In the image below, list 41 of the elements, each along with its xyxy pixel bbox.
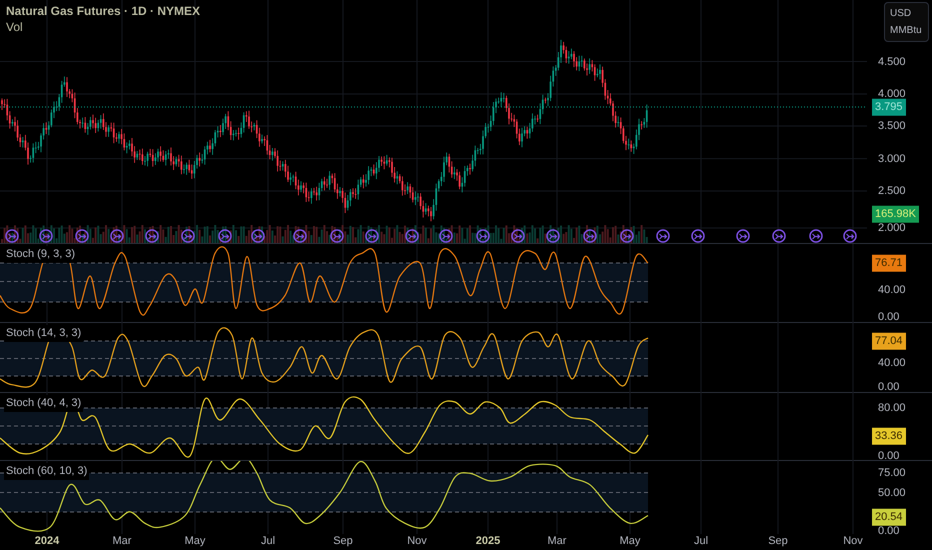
indicator-value-badge: 20.54 — [872, 508, 906, 526]
indicator-title: Stoch (60, 10, 3) — [4, 463, 90, 480]
indicator-axis-label: 40.00 — [878, 282, 906, 298]
indicator-axis-label: 0.00 — [878, 380, 900, 395]
indicator-axis-label: 75.00 — [878, 466, 906, 481]
price-axis-label: 3.000 — [878, 151, 906, 166]
indicator-axis-label: 80.00 — [878, 400, 906, 416]
time-axis-label: Sep — [333, 534, 353, 549]
currency-unit: USD — [890, 7, 912, 21]
time-axis-label: Mar — [112, 534, 132, 549]
indicator-value-badge: 77.04 — [872, 332, 906, 350]
indicator-axis-label: 40.00 — [878, 356, 906, 371]
price-axis-label: 2.000 — [878, 220, 906, 236]
time-axis-label: 2024 — [34, 534, 60, 549]
indicator-title: Stoch (14, 3, 3) — [4, 325, 84, 342]
indicator-axis-label: 0.00 — [878, 310, 900, 325]
volume-badge: 165.98K — [872, 206, 919, 222]
time-axis-label: Jul — [694, 534, 708, 549]
indicator-axis-label: 50.00 — [878, 485, 906, 500]
price-axis-label: 3.500 — [878, 118, 906, 134]
indicator-value-badge: 33.36 — [872, 428, 906, 444]
time-axis-label: Nov — [407, 534, 427, 549]
time-axis-label: 2025 — [476, 534, 500, 549]
currency-unit-box[interactable]: USD MMBtu — [884, 2, 929, 42]
time-axis-label: May — [184, 534, 206, 549]
price-axis-label: 2.500 — [878, 184, 906, 199]
measure-unit: MMBtu — [890, 24, 922, 38]
volume-label: Vol — [6, 19, 24, 35]
time-axis-label: Sep — [768, 534, 788, 549]
indicator-axis-label: 0.00 — [878, 448, 900, 464]
price-axis-label: 4.500 — [878, 54, 906, 70]
indicator-axis-label: 0.00 — [878, 524, 900, 539]
indicator-title: Stoch (9, 3, 3) — [4, 246, 78, 262]
indicator-value-badge: 76.71 — [872, 254, 906, 272]
time-axis-label: Jul — [260, 534, 276, 549]
last-price-badge: 3.795 — [872, 98, 906, 116]
time-axis-label: May — [620, 534, 640, 549]
symbol-title: Natural Gas Futures · 1D · NYMEX — [6, 3, 200, 19]
time-axis-label: Nov — [843, 534, 863, 549]
time-axis-label: Mar — [548, 534, 566, 549]
indicator-title: Stoch (40, 4, 3) — [4, 395, 84, 412]
